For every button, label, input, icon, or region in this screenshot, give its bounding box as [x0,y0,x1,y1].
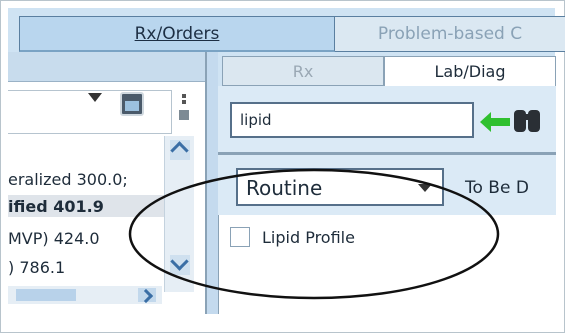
annotation-ellipse [128,168,500,300]
